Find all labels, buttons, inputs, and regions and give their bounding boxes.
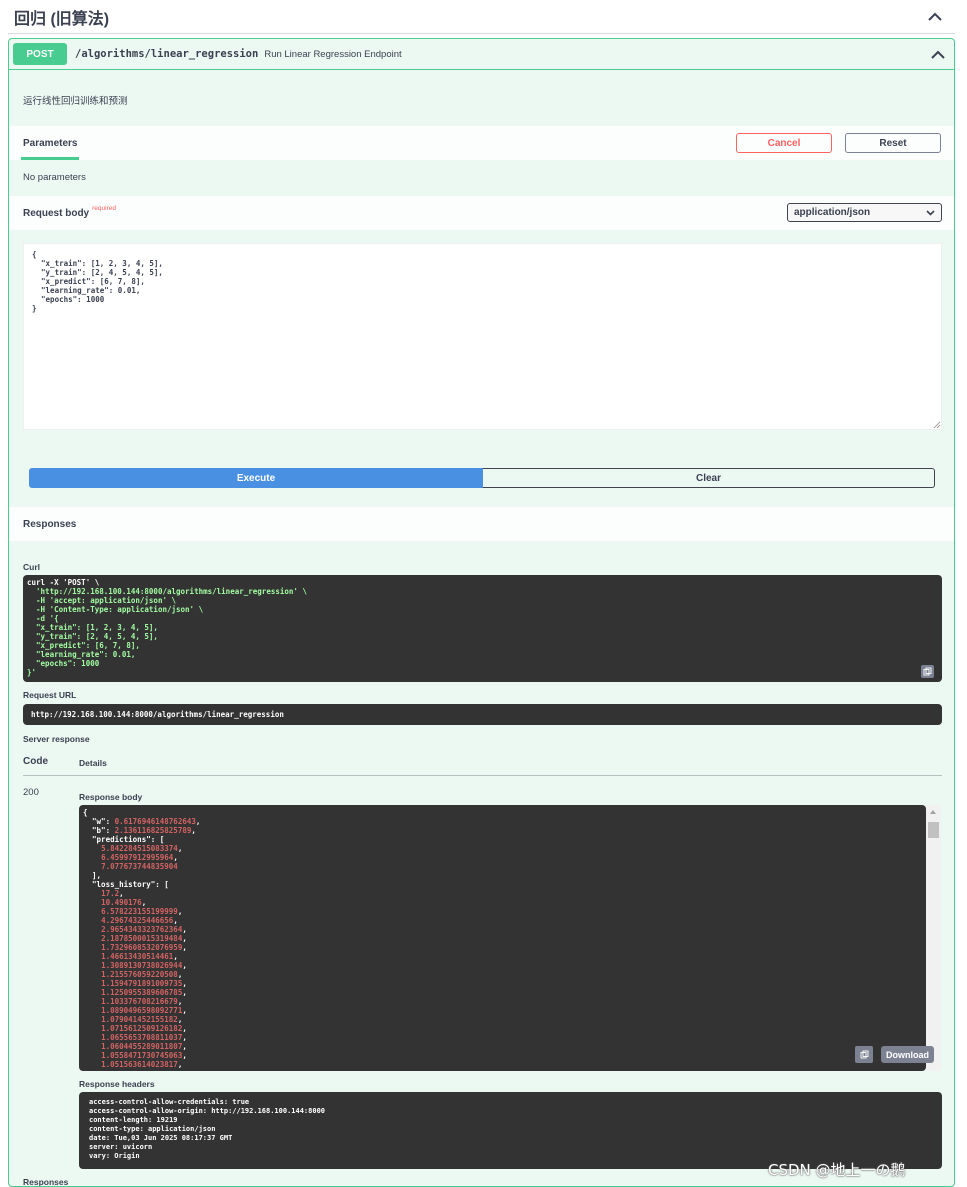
loss-value: 1.0655653708811037 — [101, 1033, 183, 1042]
operation-path: /algorithms/linear_regression — [75, 48, 259, 60]
curl-code-block: curl -X 'POST' \ 'http://192.168.100.144… — [23, 575, 942, 682]
method-badge: POST — [13, 43, 67, 65]
clear-button[interactable]: Clear — [483, 468, 935, 488]
prediction-value: 5.842284515083374 — [101, 844, 178, 853]
curl-line: "y_train": [2, 4, 5, 4, 5], — [27, 632, 158, 641]
loss-value: 1.1594791891009735 — [101, 979, 183, 988]
loss-value: 1.079041452155182 — [101, 1015, 178, 1024]
watermark: CSDN @地上一の鹅 — [768, 1161, 906, 1179]
no-parameters-text: No parameters — [23, 172, 86, 183]
status-code: 200 — [23, 787, 39, 798]
reset-button[interactable]: Reset — [845, 133, 941, 153]
w-value: 0.6176946148762643 — [114, 817, 196, 826]
response-table-header: Code Details — [23, 755, 942, 776]
prediction-value: 7.077673744835904 — [101, 862, 178, 871]
cancel-button[interactable]: Cancel — [736, 133, 832, 153]
loss-value: 2.1878500015319484 — [101, 934, 183, 943]
execute-button[interactable]: Execute — [29, 468, 483, 488]
execute-wrapper: Execute Clear — [29, 468, 935, 488]
header-line: access-control-allow-origin: http://192.… — [89, 1107, 326, 1115]
header-line: server: uvicorn — [89, 1143, 153, 1151]
operation-summary-text: Run Linear Regression Endpoint — [264, 48, 402, 60]
loss-value: 2.9654343323762364 — [101, 925, 183, 934]
loss-value: 6.578223155199999 — [101, 907, 178, 916]
operation-summary[interactable]: POST /algorithms/linear_regression Run L… — [9, 39, 954, 70]
loss-value: 1.0890496598092771 — [101, 1006, 183, 1015]
curl-line: }' — [27, 668, 37, 677]
curl-line: "x_predict": [6, 7, 8], — [27, 641, 140, 650]
copy-response-button[interactable] — [855, 1046, 873, 1063]
loss-value: 1.1250955389606785 — [101, 988, 183, 997]
loss-value: 17.2 — [101, 889, 120, 898]
scroll-up-icon[interactable] — [930, 810, 936, 814]
code-column-header: Code — [23, 756, 48, 767]
curl-label: Curl — [23, 562, 40, 572]
loss-value: 1.215576059220508 — [101, 970, 178, 979]
header-line: access-control-allow-credentials: true — [89, 1098, 250, 1106]
server-response-label: Server response — [23, 734, 90, 744]
curl-line: -H 'accept: application/json' \ — [27, 596, 177, 605]
responses-footer-label: Responses — [23, 1177, 69, 1187]
curl-line: -H 'Content-Type: application/json' \ — [27, 605, 204, 614]
response-headers-block: access-control-allow-credentials: true a… — [79, 1092, 942, 1169]
curl-line: "learning_rate": 0.01, — [27, 650, 136, 659]
header-line: content-length: 19219 — [89, 1116, 178, 1124]
b-value: 2.136116825825789 — [114, 826, 192, 835]
chevron-down-icon — [926, 209, 935, 216]
operation-description: 运行线性回归训练和预测 — [23, 96, 128, 107]
loss-value: 1.7329608532076959 — [101, 943, 183, 952]
chevron-up-icon[interactable] — [925, 7, 945, 27]
tag-title: 回归 (旧算法) — [14, 10, 110, 28]
content-type-value: application/json — [794, 207, 871, 218]
details-column-header: Details — [79, 758, 107, 768]
copy-curl-button[interactable] — [921, 665, 934, 678]
tab-parameters[interactable]: Parameters — [20, 126, 80, 160]
download-button[interactable]: Download — [881, 1046, 934, 1063]
response-body-block: { "w": 0.6176946148762643, "b": 2.136116… — [79, 805, 926, 1071]
loss-value: 1.051563614023817 — [101, 1060, 178, 1069]
copy-icon — [860, 1050, 868, 1059]
loss-value: 1.0715612509126182 — [101, 1024, 183, 1033]
request-url-value: http://192.168.100.144:8000/algorithms/l… — [23, 704, 942, 725]
curl-line: "x_train": [1, 2, 3, 4, 5], — [27, 623, 158, 632]
loss-value: 1.103376708216679 — [101, 997, 178, 1006]
required-marker: required — [92, 204, 116, 212]
loss-value: 4.29674325446656 — [101, 916, 174, 925]
parameters-title: Parameters — [23, 137, 78, 149]
response-body-label: Response body — [79, 792, 143, 802]
header-line: content-type: application/json — [89, 1125, 216, 1133]
resize-handle-icon[interactable] — [933, 421, 941, 429]
request-body-editor[interactable]: { "x_train": [1, 2, 3, 4, 5], "y_train":… — [23, 243, 942, 430]
response-headers-label: Response headers — [79, 1079, 155, 1089]
curl-line: -d '{ — [27, 614, 59, 623]
curl-line: curl -X 'POST' \ — [27, 578, 100, 587]
header-line: date: Tue,03 Jun 2025 08:17:37 GMT — [89, 1134, 233, 1142]
request-body-title: Request body — [23, 207, 90, 219]
content-type-select[interactable]: application/json — [787, 203, 942, 222]
copy-icon — [923, 667, 932, 676]
tag-header[interactable]: 回归 (旧算法) — [8, 0, 955, 34]
operation-block: POST /algorithms/linear_regression Run L… — [8, 38, 955, 1187]
loss-value: 1.3089130738026944 — [101, 961, 183, 970]
prediction-value: 6.45997912995964 — [101, 853, 174, 862]
responses-title: Responses — [23, 518, 77, 530]
loss-value: 1.0604455289011807 — [101, 1042, 183, 1051]
header-line: vary: Origin — [89, 1152, 140, 1160]
loss-value: 10.490176 — [101, 898, 142, 907]
scroll-thumb[interactable] — [928, 822, 939, 838]
loss-value: 1.0558471730745063 — [101, 1051, 183, 1060]
responses-header: Responses — [9, 507, 954, 541]
curl-line: "epochs": 1000 — [27, 659, 100, 668]
request-url-label: Request URL — [23, 690, 77, 700]
response-body-scrollbar[interactable] — [926, 805, 941, 1071]
loss-value: 1.46613430514461 — [101, 952, 174, 961]
curl-line: 'http://192.168.100.144:8000/algorithms/… — [27, 587, 307, 596]
chevron-up-icon[interactable] — [928, 44, 948, 64]
